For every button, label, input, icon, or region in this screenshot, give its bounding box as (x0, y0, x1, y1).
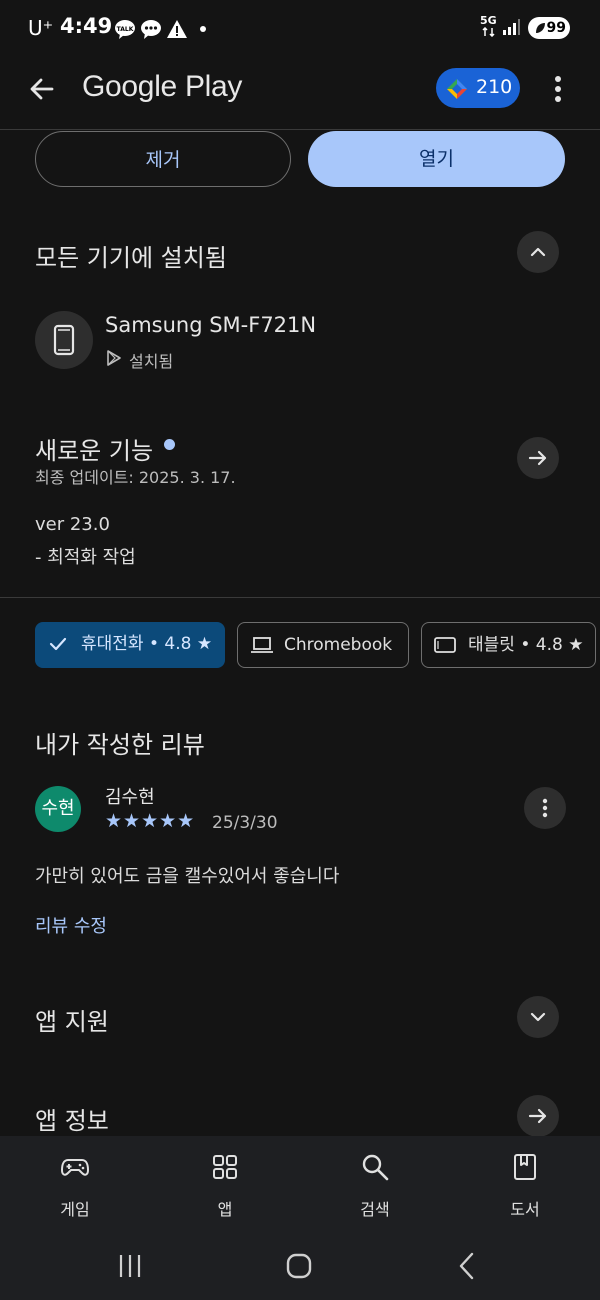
arrow-right-icon (528, 1108, 547, 1124)
play-installed-icon (107, 350, 121, 366)
data-arrows-icon (482, 27, 495, 37)
app-info-arrow-button[interactable] (517, 1095, 559, 1137)
whats-new-title: 새로운 기능 (35, 437, 154, 465)
nav-books[interactable]: 도서 (475, 1152, 575, 1220)
chevron-up-icon (530, 247, 546, 257)
device-icon-wrapper (35, 311, 93, 369)
play-points-count: 210 (476, 76, 513, 98)
my-review-title: 내가 작성한 리뷰 (35, 731, 205, 759)
chip-chromebook-label: Chromebook (284, 635, 393, 655)
new-indicator-dot (164, 439, 175, 450)
nav-games-label: 게임 (60, 1200, 90, 1219)
release-notes: - 최적화 작업 (35, 547, 136, 568)
more-notifications-dot (200, 26, 206, 32)
chevron-down-icon (530, 1012, 546, 1022)
nav-apps[interactable]: 앱 (175, 1152, 275, 1220)
nav-games[interactable]: 게임 (25, 1152, 125, 1220)
open-button[interactable]: 열기 (308, 131, 565, 187)
chip-phone-label: 휴대전화 • 4.8 ★ (81, 634, 213, 654)
expand-app-support-button[interactable] (517, 996, 559, 1038)
tablet-icon (434, 637, 456, 653)
last-updated: 최종 업데이트: 2025. 3. 17. (35, 468, 236, 487)
warning-icon (167, 20, 187, 38)
check-icon (49, 637, 67, 651)
phone-icon (53, 324, 75, 356)
app-bar: Google Play 210 (0, 56, 600, 126)
signal-icon (503, 19, 520, 35)
section-divider (0, 597, 600, 598)
edit-review-link[interactable]: 리뷰 수정 (35, 912, 107, 938)
bottom-navigation: 게임 앱 검색 도서 (0, 1136, 600, 1300)
review-text: 가만히 있어도 금을 캘수있어서 좋습니다 (35, 866, 340, 887)
book-icon (514, 1154, 536, 1180)
review-stars: ★★★★★ (105, 810, 196, 832)
whats-new-arrow-button[interactable] (517, 437, 559, 479)
apps-grid-icon (213, 1155, 237, 1179)
nav-search-label: 검색 (360, 1200, 390, 1219)
device-name: Samsung SM-F721N (105, 313, 317, 337)
chip-tablet[interactable]: 태블릿 • 4.8 ★ (421, 622, 596, 668)
chip-chromebook[interactable]: Chromebook (237, 622, 409, 668)
play-points-button[interactable]: 210 (436, 68, 520, 108)
review-date: 25/3/30 (212, 813, 278, 833)
chip-tablet-label: 태블릿 • 4.8 ★ (468, 635, 584, 655)
chip-phone[interactable]: 휴대전화 • 4.8 ★ (35, 622, 225, 668)
remove-button[interactable]: 제거 (35, 131, 291, 187)
back-arrow-icon[interactable] (26, 73, 58, 105)
carrier-label: U⁺ (28, 16, 54, 40)
play-points-icon (447, 79, 467, 99)
home-icon[interactable] (283, 1246, 315, 1286)
more-vert-icon (542, 798, 548, 818)
status-bar: U⁺ 4:49 TALK 5G 99 (0, 0, 600, 56)
network-type-label: 5G (480, 14, 497, 27)
app-info-title[interactable]: 앱 정보 (35, 1101, 109, 1136)
status-time: 4:49 (60, 14, 113, 38)
nav-search[interactable]: 검색 (325, 1152, 425, 1220)
battery-indicator: 99 (528, 17, 570, 39)
nav-apps-label: 앱 (217, 1200, 233, 1219)
gamepad-icon (61, 1159, 89, 1176)
battery-level: 99 (546, 20, 566, 36)
talk-notification-icon: TALK (115, 20, 135, 39)
charging-leaf-icon (536, 23, 545, 33)
appbar-divider (0, 129, 600, 130)
arrow-right-icon (528, 450, 547, 466)
device-install-status: 설치됨 (129, 352, 174, 371)
message-notification-icon (141, 20, 161, 39)
review-more-button[interactable] (524, 787, 566, 829)
system-back-icon[interactable] (454, 1246, 480, 1286)
recent-apps-icon[interactable] (117, 1246, 143, 1286)
review-author: 김수현 (105, 787, 155, 808)
installed-section-title: 모든 기기에 설치됨 (35, 244, 227, 272)
app-support-title[interactable]: 앱 지원 (35, 1002, 109, 1037)
laptop-icon (251, 637, 273, 653)
version-text: ver 23.0 (35, 514, 110, 535)
nav-books-label: 도서 (510, 1200, 540, 1219)
avatar: 수현 (35, 786, 81, 832)
search-icon (362, 1154, 389, 1181)
svg-text:TALK: TALK (117, 26, 134, 33)
collapse-installed-button[interactable] (517, 231, 559, 273)
more-vert-icon[interactable] (548, 74, 568, 104)
app-title: Google Play (82, 70, 243, 103)
